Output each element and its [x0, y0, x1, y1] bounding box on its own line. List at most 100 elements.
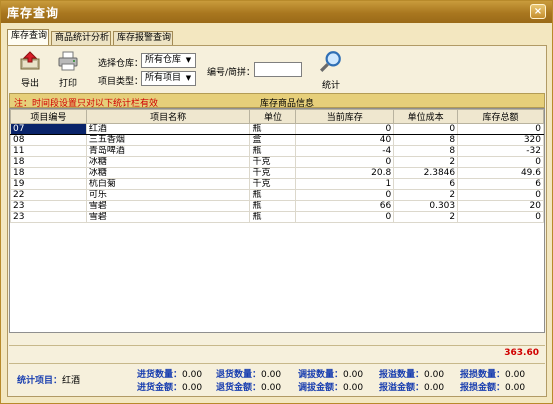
stat-return-qty: 退货数量：0.00 [216, 367, 281, 380]
statistics-bar: 统计项目：红酒 进货数量：0.00 进货金额：0.00 退货数量：0.00 退货… [9, 363, 545, 393]
stat-label: 调拔金额： [298, 383, 344, 393]
info-bar: 注：时间段设置只对以下统计栏有效 库存商品信息 [9, 93, 545, 109]
cell-name: 可乐 [85, 189, 251, 201]
table-row[interactable]: 11 青岛啤酒 瓶 -4 8 -32 [10, 145, 544, 157]
close-button[interactable]: × [530, 4, 546, 19]
table-row[interactable]: 19 杭白菊 千克 1 6 6 [10, 178, 544, 190]
cell-total: 20 [457, 200, 544, 212]
cell-stock: 0 [295, 189, 395, 201]
stat-label: 退货金额： [216, 383, 262, 393]
stat-transfer-amt: 调拔金额：0.00 [298, 380, 363, 393]
chevron-down-icon: ▼ [185, 74, 192, 82]
type-label: 项目类型： [98, 77, 144, 87]
cell-code: 22 [10, 189, 87, 201]
cell-unit-cost: 2 [393, 156, 459, 168]
stat-loss-amt: 报损金额：0.00 [460, 380, 525, 393]
stat-item-label: 统计项目： [17, 376, 63, 386]
inventory-total-value: 363.60 [504, 348, 539, 358]
chevron-down-icon: ▼ [185, 56, 192, 64]
tab-goods-statistics[interactable]: 商品统计分析 [51, 31, 111, 45]
stats-button[interactable]: 统计 [316, 49, 346, 91]
stat-overflow-amt: 报溢金额：0.00 [379, 380, 444, 393]
stat-label: 报溢数量： [379, 370, 425, 380]
stat-label: 进货数量： [137, 370, 183, 380]
col-header-name[interactable]: 项目名称 [85, 109, 251, 124]
stat-transfer-qty: 调拔数量：0.00 [298, 367, 363, 380]
cell-code: 23 [10, 200, 87, 212]
cell-stock: 0 [295, 211, 395, 223]
table-row[interactable]: 18 冰糖 千克 20.8 2.3846 49.6 [10, 167, 544, 179]
cell-unit: 瓶 [249, 123, 297, 135]
cell-total: 49.6 [457, 167, 544, 179]
cell-unit: 瓶 [249, 189, 297, 201]
cell-unit-cost: 8 [393, 134, 459, 146]
cell-unit: 瓶 [249, 200, 297, 212]
item-type-value: 所有项目 [145, 73, 182, 83]
cell-name: 杭白菊 [85, 178, 251, 190]
col-header-total[interactable]: 库存总额 [457, 109, 544, 124]
stat-value: 0.00 [424, 383, 445, 393]
table-row[interactable]: 23 雪碧 瓶 66 0.303 20 [10, 200, 544, 212]
cell-stock: 0 [295, 156, 395, 168]
stat-value: 0.00 [261, 370, 282, 380]
inventory-table: 项目编号 项目名称 单位 当前库存 单位成本 库存总额 07 红酒 瓶 0 0 … [10, 109, 544, 223]
total-bar: 363.60 [9, 345, 545, 361]
cell-name: 冰糖 [85, 156, 251, 168]
cell-unit-cost: 2.3846 [393, 167, 459, 179]
cell-name: 青岛啤酒 [85, 145, 251, 157]
col-header-stock[interactable]: 当前库存 [295, 109, 395, 124]
cell-total: -32 [457, 145, 544, 157]
cell-unit: 瓶 [249, 145, 297, 157]
stat-label: 退货数量： [216, 370, 262, 380]
stat-label: 报损金额： [460, 383, 506, 393]
stat-return-amt: 退货金额：0.00 [216, 380, 281, 393]
cell-unit: 千克 [249, 178, 297, 190]
table-row[interactable]: 22 可乐 瓶 0 2 0 [10, 189, 544, 201]
table-row[interactable]: 08 三五香烟 盒 40 8 320 [10, 134, 544, 146]
table-row[interactable]: 07 红酒 瓶 0 0 0 [10, 123, 544, 135]
stat-value: 0.00 [343, 383, 364, 393]
cell-stock: -4 [295, 145, 395, 157]
inventory-grid[interactable]: 项目编号 项目名称 单位 当前库存 单位成本 库存总额 07 红酒 瓶 0 0 … [9, 108, 545, 333]
cell-stock: 0 [295, 123, 395, 135]
stat-purchase-amt: 进货金额：0.00 [137, 380, 202, 393]
stat-value: 0.00 [261, 383, 282, 393]
warehouse-select[interactable]: 所有仓库 ▼ [141, 53, 196, 68]
stat-value: 0.00 [505, 383, 526, 393]
cell-unit: 盒 [249, 134, 297, 146]
export-icon [20, 51, 40, 70]
cell-total: 0 [457, 123, 544, 135]
tab-inventory-query[interactable]: 库存查询 [7, 29, 49, 45]
col-header-code[interactable]: 项目编号 [10, 109, 87, 124]
stat-loss-qty: 报损数量：0.00 [460, 367, 525, 380]
tab-stock-alert[interactable]: 库存报警查询 [113, 31, 173, 45]
cell-code: 11 [10, 145, 87, 157]
cell-code: 08 [10, 134, 87, 146]
warehouse-value: 所有仓库 [145, 55, 182, 65]
cell-unit-cost: 2 [393, 189, 459, 201]
title-bar[interactable]: 库存查询 × [1, 1, 552, 23]
table-row[interactable]: 23 雪碧 瓶 0 2 0 [10, 211, 544, 223]
cell-code: 23 [10, 211, 87, 223]
export-button[interactable]: 导出 [15, 51, 45, 89]
cell-code: 18 [10, 156, 87, 168]
stat-label: 报溢金额： [379, 383, 425, 393]
cell-stock: 66 [295, 200, 395, 212]
stat-value: 0.00 [505, 370, 526, 380]
col-header-unit-cost[interactable]: 单位成本 [393, 109, 459, 124]
cell-stock: 1 [295, 178, 395, 190]
stat-label: 调拔数量： [298, 370, 344, 380]
col-header-unit[interactable]: 单位 [249, 109, 297, 124]
cell-unit: 千克 [249, 156, 297, 168]
cell-code: 07 [10, 123, 87, 135]
cell-unit-cost: 8 [393, 145, 459, 157]
cell-stock: 40 [295, 134, 395, 146]
cell-name: 红酒 [85, 123, 251, 135]
print-button[interactable]: 打印 [53, 51, 83, 89]
code-input[interactable] [254, 62, 302, 77]
magnifier-icon [320, 51, 341, 72]
cell-total: 320 [457, 134, 544, 146]
item-type-select[interactable]: 所有项目 ▼ [141, 71, 196, 86]
cell-unit-cost: 2 [393, 211, 459, 223]
table-row[interactable]: 18 冰糖 千克 0 2 0 [10, 156, 544, 168]
